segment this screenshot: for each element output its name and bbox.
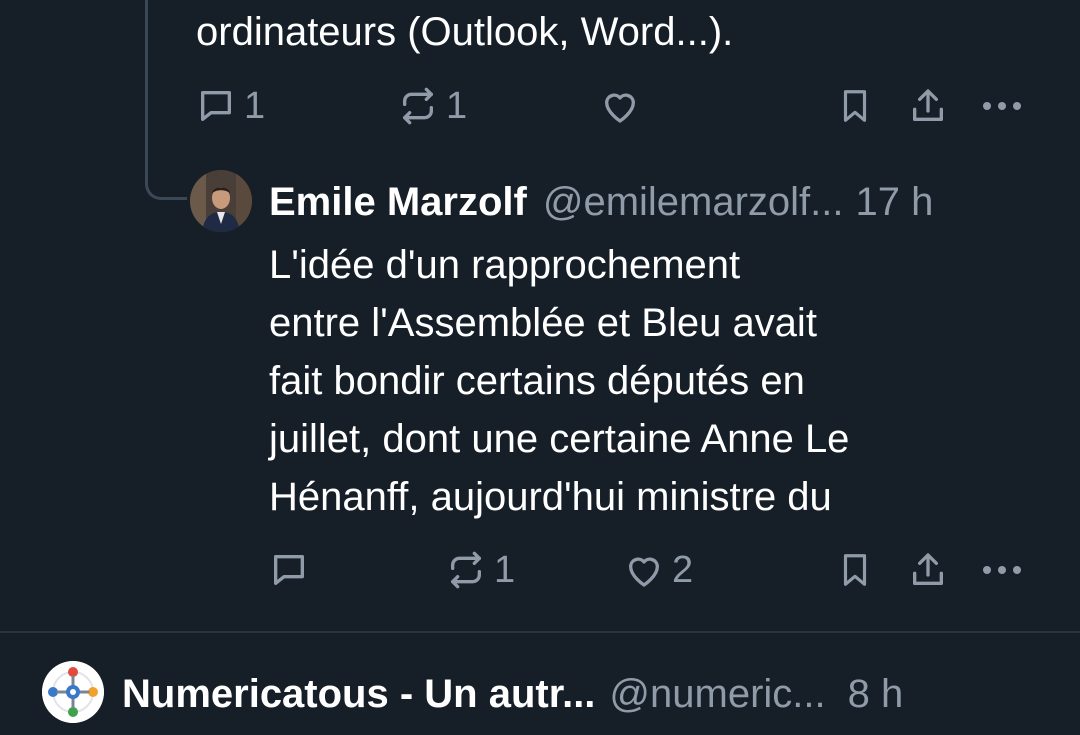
post-divider	[0, 631, 1080, 633]
reply-button[interactable]	[269, 546, 317, 594]
author-name[interactable]: Emile Marzolf	[269, 180, 527, 225]
more-button[interactable]	[980, 82, 1024, 130]
bookmark-icon	[836, 86, 874, 126]
repost-button[interactable]: 1	[398, 82, 467, 130]
previous-post-actions: 1 1	[0, 82, 1080, 130]
avatar-image	[190, 170, 252, 232]
reply-post-actions: 1 2	[0, 546, 1080, 594]
thread-line-connector	[145, 160, 187, 200]
author-name[interactable]: Numericatous - Un autr...	[122, 672, 595, 717]
reply-icon	[196, 86, 236, 126]
bookmark-button[interactable]	[836, 546, 874, 594]
repost-count: 1	[494, 548, 516, 591]
author-handle[interactable]: @emilemarzolf...	[543, 180, 844, 225]
reply-count: 1	[244, 84, 266, 127]
post-timestamp[interactable]: 17 h	[856, 180, 934, 225]
like-button[interactable]	[600, 82, 648, 130]
post-text-line: Hénanff, aujourd'hui ministre du	[269, 475, 832, 519]
more-icon	[980, 86, 1024, 126]
more-button[interactable]	[980, 546, 1024, 594]
post-text-line: entre l'Assemblée et Bleu avait	[269, 301, 817, 345]
share-button[interactable]	[908, 82, 948, 130]
share-button[interactable]	[908, 546, 948, 594]
reply-post-text: L'idée d'un rapprochement entre l'Assemb…	[269, 236, 1029, 526]
repost-icon	[446, 550, 486, 590]
post-timestamp[interactable]: 8 h	[848, 672, 904, 717]
avatar[interactable]	[190, 170, 252, 232]
reply-icon	[269, 550, 309, 590]
bookmark-icon	[836, 550, 874, 590]
share-icon	[908, 86, 948, 126]
post-text-line: fait bondir certains députés en	[269, 359, 805, 403]
share-icon	[908, 550, 948, 590]
post-text-line: L'idée d'un rapprochement	[269, 243, 741, 287]
author-handle[interactable]: @numeric...	[609, 672, 825, 717]
repost-button[interactable]: 1	[446, 546, 515, 594]
like-icon	[600, 86, 640, 126]
repost-count: 1	[446, 84, 468, 127]
numericatous-logo-icon	[42, 661, 104, 723]
reply-button[interactable]: 1	[196, 82, 265, 130]
repost-icon	[398, 86, 438, 126]
like-icon	[624, 550, 664, 590]
previous-post-text: ordinateurs (Outlook, Word...).	[196, 10, 734, 54]
reply-post-header: Emile Marzolf @emilemarzolf... 17 h	[269, 176, 1049, 228]
like-button[interactable]: 2	[624, 546, 693, 594]
bookmark-button[interactable]	[836, 82, 874, 130]
next-post-header: Numericatous - Un autr... @numeric... 8 …	[122, 668, 1042, 720]
avatar[interactable]	[42, 661, 104, 723]
more-icon	[980, 550, 1024, 590]
post-text-line: juillet, dont une certaine Anne Le	[269, 417, 850, 461]
like-count: 2	[672, 548, 694, 591]
